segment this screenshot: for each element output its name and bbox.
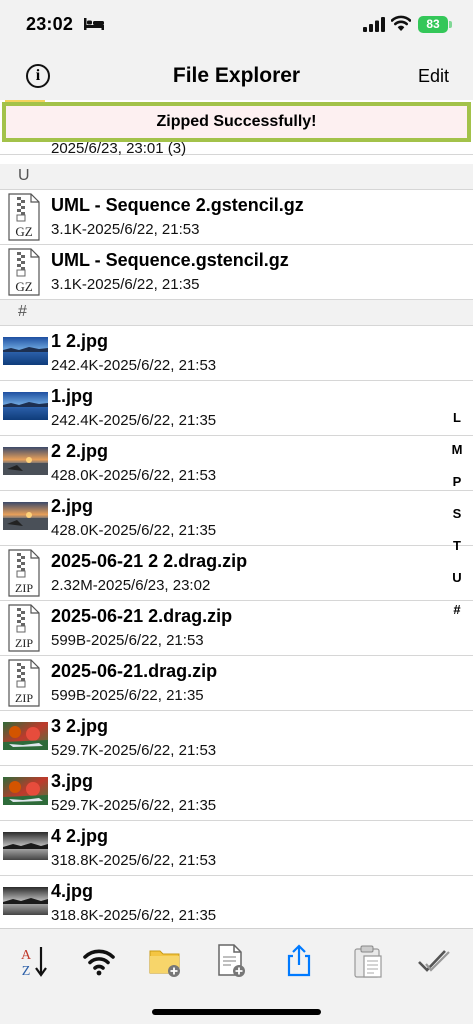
file-name: 3.jpg bbox=[51, 771, 94, 791]
autumn-thumbnail bbox=[3, 777, 48, 805]
file-list[interactable]: 2025/6/23, 23:01 (3) U GZ UML - Sequence… bbox=[0, 100, 473, 928]
file-meta: 318.8K-2025/6/22, 21:35 bbox=[51, 907, 217, 924]
paste-icon[interactable] bbox=[350, 943, 386, 979]
svg-text:Z: Z bbox=[22, 964, 31, 979]
gz-file-icon: GZ bbox=[8, 248, 40, 296]
section-header-hash: # bbox=[0, 300, 473, 326]
status-time: 23:02 bbox=[26, 14, 74, 34]
file-row[interactable]: GZ UML - Sequence.gstencil.gz 3.1K-2025/… bbox=[0, 245, 473, 300]
share-icon[interactable] bbox=[281, 943, 317, 979]
sort-az-icon[interactable]: A Z bbox=[17, 943, 53, 979]
lake-thumbnail bbox=[3, 392, 48, 420]
page-title: File Explorer bbox=[172, 64, 301, 87]
select-icon[interactable] bbox=[416, 943, 452, 979]
file-name: 2 2.jpg bbox=[51, 441, 109, 461]
edit-button[interactable]: Edit bbox=[418, 66, 449, 87]
file-row[interactable]: 1 2.jpg 242.4K-2025/6/22, 21:53 bbox=[0, 326, 473, 381]
file-row[interactable]: ZIP 2025-06-21.drag.zip 599B-2025/6/22, … bbox=[0, 656, 473, 711]
file-meta: 529.7K-2025/6/22, 21:35 bbox=[51, 797, 217, 814]
file-meta: 529.7K-2025/6/22, 21:53 bbox=[51, 742, 217, 759]
file-name: UML - Sequence 2.gstencil.gz bbox=[51, 195, 304, 215]
section-header-u: U bbox=[0, 164, 473, 190]
file-name: 1.jpg bbox=[51, 386, 94, 406]
zip-label: ZIP bbox=[15, 636, 33, 650]
zip-label: ZIP bbox=[15, 691, 33, 705]
autumn-thumbnail bbox=[3, 722, 48, 750]
index-letter[interactable]: M bbox=[445, 434, 469, 466]
file-name: 2025-06-21.drag.zip bbox=[51, 661, 218, 681]
gz-label: GZ bbox=[15, 279, 32, 294]
new-folder-icon[interactable] bbox=[147, 943, 183, 979]
file-meta: 242.4K-2025/6/22, 21:35 bbox=[51, 412, 217, 429]
file-row[interactable]: ZIP 2025-06-21 2 2.drag.zip 2.32M-2025/6… bbox=[0, 546, 473, 601]
success-toast: Zipped Successfully! bbox=[2, 102, 471, 142]
battery-indicator: 83 bbox=[418, 16, 448, 33]
index-letter[interactable]: P bbox=[445, 466, 469, 498]
index-letter[interactable]: U bbox=[445, 562, 469, 594]
zip-file-icon: ZIP bbox=[8, 659, 40, 707]
file-name: 2.jpg bbox=[51, 496, 94, 516]
file-row[interactable]: 1.jpg 242.4K-2025/6/22, 21:35 bbox=[0, 381, 473, 436]
gz-label: GZ bbox=[15, 224, 32, 239]
file-name: 4.jpg bbox=[51, 881, 94, 901]
status-bar: 23:02 83 bbox=[0, 0, 473, 52]
file-meta: 428.0K-2025/6/22, 21:53 bbox=[51, 467, 217, 484]
file-name: 4 2.jpg bbox=[51, 826, 109, 846]
bw-thumbnail bbox=[3, 887, 48, 915]
file-row[interactable]: ZIP 2025-06-21 2.drag.zip 599B-2025/6/22… bbox=[0, 601, 473, 656]
file-meta: 428.0K-2025/6/22, 21:35 bbox=[51, 522, 217, 539]
zip-label: ZIP bbox=[15, 581, 33, 595]
zip-file-icon: ZIP bbox=[8, 549, 40, 597]
file-name: 3 2.jpg bbox=[51, 716, 109, 736]
file-meta: 242.4K-2025/6/22, 21:53 bbox=[51, 357, 217, 374]
svg-text:A: A bbox=[21, 948, 32, 963]
file-meta: 599B-2025/6/22, 21:53 bbox=[51, 632, 204, 649]
file-row[interactable]: 4 2.jpg 318.8K-2025/6/22, 21:53 bbox=[0, 821, 473, 876]
battery-tip bbox=[449, 21, 452, 28]
file-meta: 599B-2025/6/22, 21:35 bbox=[51, 687, 204, 704]
home-indicator bbox=[152, 1009, 321, 1015]
file-name: 2025-06-21 2.drag.zip bbox=[51, 606, 233, 626]
file-name: UML - Sequence.gstencil.gz bbox=[51, 250, 289, 270]
index-letter[interactable]: T bbox=[445, 530, 469, 562]
section-label: # bbox=[18, 303, 27, 320]
zip-file-icon: ZIP bbox=[8, 604, 40, 652]
file-row[interactable]: 4.jpg 318.8K-2025/6/22, 21:35 bbox=[0, 876, 473, 928]
sunset-thumbnail bbox=[3, 447, 48, 475]
sunset-thumbnail bbox=[3, 502, 48, 530]
file-row[interactable]: 2 2.jpg 428.0K-2025/6/22, 21:53 bbox=[0, 436, 473, 491]
file-name: 1 2.jpg bbox=[51, 331, 109, 351]
lake-thumbnail bbox=[3, 337, 48, 365]
file-name: 2025-06-21 2 2.drag.zip bbox=[51, 551, 248, 571]
sleep-mode-icon bbox=[84, 18, 104, 30]
gz-file-icon: GZ bbox=[8, 193, 40, 241]
index-letter[interactable]: L bbox=[445, 402, 469, 434]
new-file-icon[interactable] bbox=[213, 943, 249, 979]
file-meta: 3.1K-2025/6/22, 21:35 bbox=[51, 276, 200, 293]
wifi-share-icon[interactable] bbox=[81, 943, 117, 979]
file-row[interactable]: 3.jpg 529.7K-2025/6/22, 21:35 bbox=[0, 766, 473, 821]
file-row[interactable]: GZ UML - Sequence 2.gstencil.gz 3.1K-202… bbox=[0, 190, 473, 245]
navigation-bar: i File Explorer Edit bbox=[0, 52, 473, 100]
section-index[interactable]: L M P S T U # bbox=[445, 402, 469, 626]
file-row[interactable]: 2.jpg 428.0K-2025/6/22, 21:35 bbox=[0, 491, 473, 546]
bw-thumbnail bbox=[3, 832, 48, 860]
file-meta: 3.1K-2025/6/22, 21:53 bbox=[51, 221, 200, 238]
file-row[interactable]: 3 2.jpg 529.7K-2025/6/22, 21:53 bbox=[0, 711, 473, 766]
index-letter[interactable]: S bbox=[445, 498, 469, 530]
wifi-status-icon bbox=[391, 15, 411, 31]
file-meta: 2.32M-2025/6/23, 23:02 bbox=[51, 577, 211, 594]
section-label: U bbox=[18, 167, 30, 184]
file-meta: 318.8K-2025/6/22, 21:53 bbox=[51, 852, 217, 869]
cellular-signal-icon bbox=[363, 17, 385, 32]
index-letter[interactable]: # bbox=[445, 594, 469, 626]
row-subtitle: 2025/6/23, 23:01 (3) bbox=[51, 140, 187, 157]
